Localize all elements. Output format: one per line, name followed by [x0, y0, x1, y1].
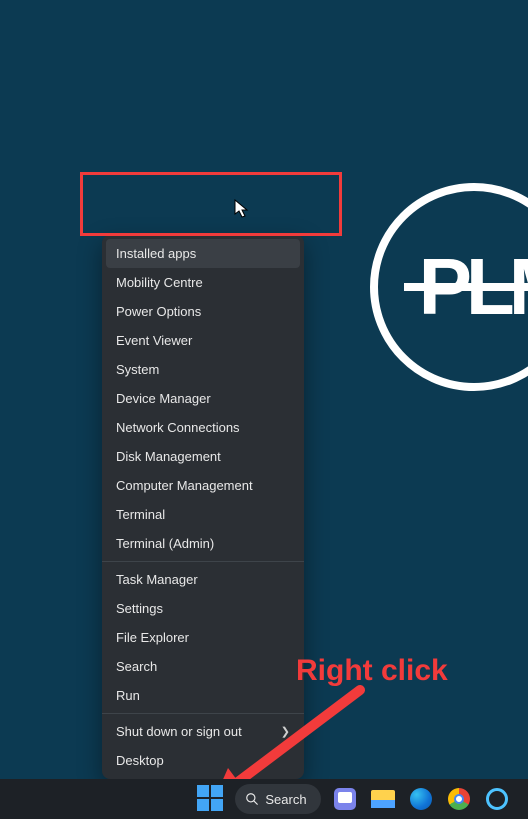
menu-item-task-manager[interactable]: Task Manager	[102, 565, 304, 594]
taskbar-search[interactable]: Search	[235, 784, 320, 814]
menu-item-label: Desktop	[116, 753, 164, 768]
cursor-icon	[234, 199, 250, 219]
menu-item-disk-management[interactable]: Disk Management	[102, 442, 304, 471]
taskbar-chat-icon[interactable]	[331, 785, 359, 813]
menu-item-run[interactable]: Run	[102, 681, 304, 710]
annotation-highlight-box	[80, 172, 342, 236]
menu-item-system[interactable]: System	[102, 355, 304, 384]
chevron-right-icon: ❯	[281, 725, 290, 738]
menu-item-mobility-centre[interactable]: Mobility Centre	[102, 268, 304, 297]
menu-item-power-options[interactable]: Power Options	[102, 297, 304, 326]
menu-item-label: Computer Management	[116, 478, 253, 493]
menu-item-device-manager[interactable]: Device Manager	[102, 384, 304, 413]
menu-item-label: Event Viewer	[116, 333, 192, 348]
menu-separator	[102, 713, 304, 714]
annotation-text: Right click	[296, 654, 448, 688]
menu-item-label: Mobility Centre	[116, 275, 203, 290]
desktop-logo: PLM	[370, 183, 528, 391]
search-icon	[245, 792, 259, 806]
start-button[interactable]	[197, 785, 225, 813]
menu-item-label: Device Manager	[116, 391, 211, 406]
winx-context-menu: Installed apps Mobility Centre Power Opt…	[102, 235, 304, 779]
menu-item-event-viewer[interactable]: Event Viewer	[102, 326, 304, 355]
menu-item-shutdown-signout[interactable]: Shut down or sign out ❯	[102, 717, 304, 746]
taskbar-chrome-icon[interactable]	[445, 785, 473, 813]
menu-item-settings[interactable]: Settings	[102, 594, 304, 623]
menu-item-terminal-admin[interactable]: Terminal (Admin)	[102, 529, 304, 558]
menu-item-label: Run	[116, 688, 140, 703]
menu-item-installed-apps[interactable]: Installed apps	[106, 239, 300, 268]
menu-item-label: Settings	[116, 601, 163, 616]
menu-item-search[interactable]: Search	[102, 652, 304, 681]
menu-item-label: Task Manager	[116, 572, 198, 587]
menu-item-label: Installed apps	[116, 246, 196, 261]
menu-item-label: Power Options	[116, 304, 201, 319]
menu-item-network-connections[interactable]: Network Connections	[102, 413, 304, 442]
menu-item-label: Terminal	[116, 507, 165, 522]
menu-item-label: File Explorer	[116, 630, 189, 645]
menu-item-label: Disk Management	[116, 449, 221, 464]
menu-item-file-explorer[interactable]: File Explorer	[102, 623, 304, 652]
menu-item-label: System	[116, 362, 159, 377]
taskbar-settings-icon[interactable]	[483, 785, 511, 813]
menu-item-desktop[interactable]: Desktop	[102, 746, 304, 775]
search-label: Search	[265, 792, 306, 807]
menu-item-label: Network Connections	[116, 420, 240, 435]
taskbar: Search	[0, 779, 528, 819]
menu-item-label: Search	[116, 659, 157, 674]
menu-item-label: Terminal (Admin)	[116, 536, 214, 551]
menu-item-computer-management[interactable]: Computer Management	[102, 471, 304, 500]
menu-item-label: Shut down or sign out	[116, 724, 242, 739]
menu-item-terminal[interactable]: Terminal	[102, 500, 304, 529]
taskbar-edge-icon[interactable]	[407, 785, 435, 813]
taskbar-file-explorer-icon[interactable]	[369, 785, 397, 813]
menu-separator	[102, 561, 304, 562]
